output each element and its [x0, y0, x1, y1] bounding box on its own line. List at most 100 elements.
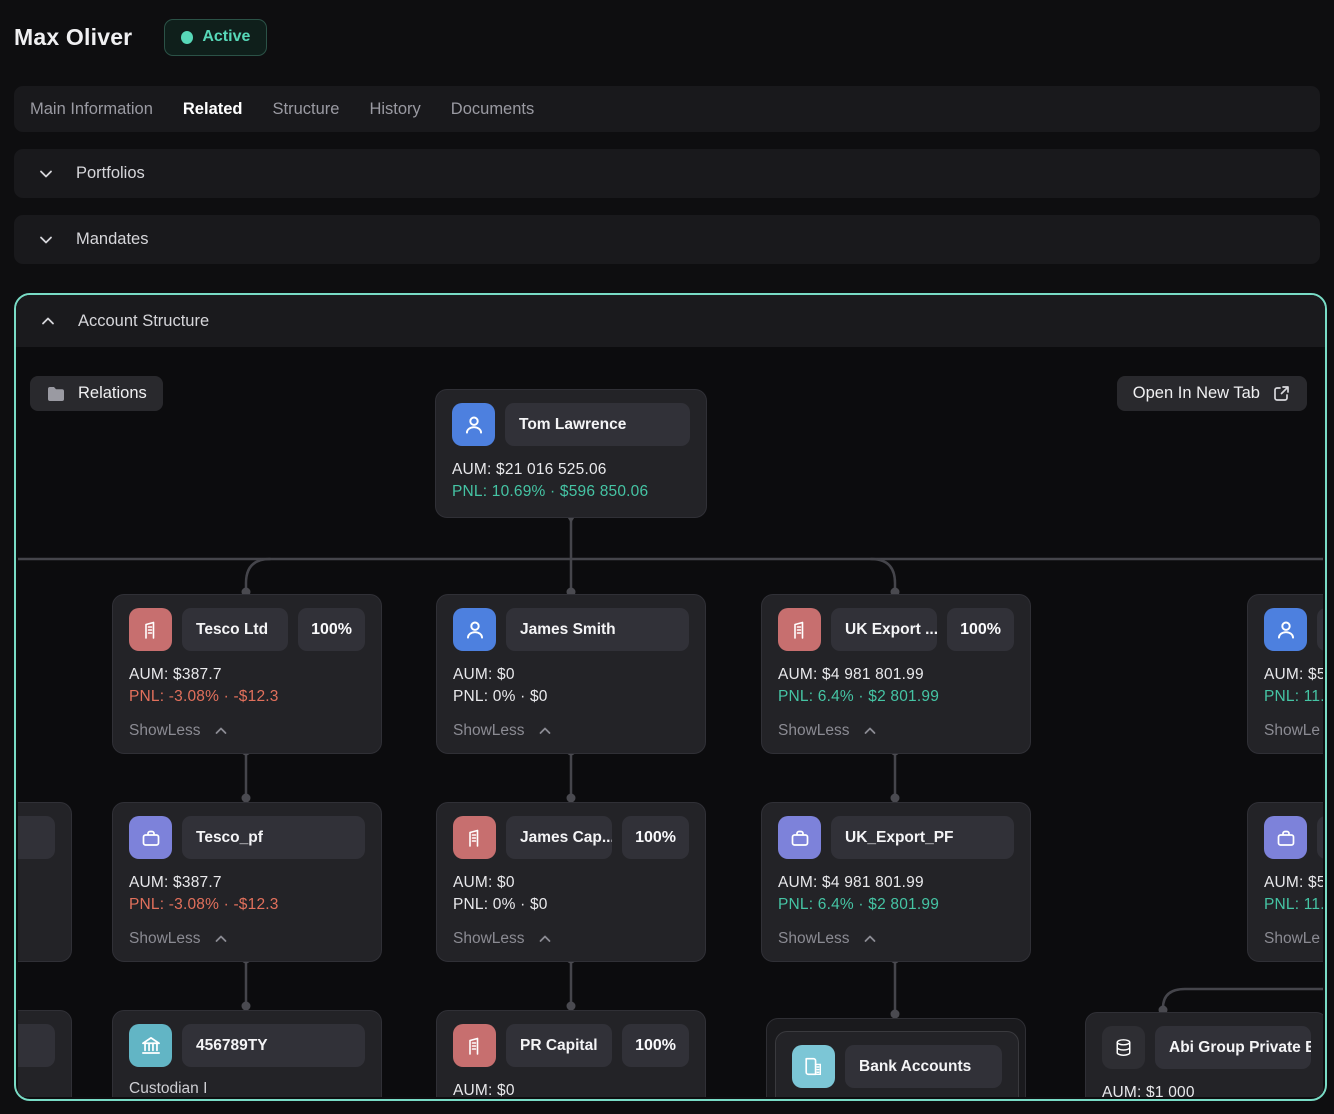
node-name [18, 1024, 55, 1067]
coins-icon [1102, 1026, 1145, 1069]
node-name: UK_Export_PF [831, 816, 1014, 859]
show-less-label: ShowLess [778, 930, 850, 948]
account-structure-panel: Account Structure [14, 293, 1327, 1101]
node-name: 456789TY [182, 1024, 365, 1067]
custodian-bank-icon [129, 1024, 172, 1067]
node-name: Tesco Ltd [182, 608, 288, 651]
tree-node-james-cap[interactable]: James Cap... 100% AUM: $0 PNL: 0% · $0 S… [436, 802, 706, 962]
node-aum: AUM: $21 016 525.06 [452, 459, 690, 481]
person-icon [453, 608, 496, 651]
section-account-structure[interactable]: Account Structure [16, 295, 1325, 347]
bank-accounts-icon [792, 1045, 835, 1088]
tree-node-partial-left[interactable] [18, 802, 72, 962]
node-name: Tesco_pf [182, 816, 365, 859]
tree-node-tesco-ltd[interactable]: Tesco Ltd 100% AUM: $387.7 PNL: -3.08% ·… [112, 594, 382, 754]
show-less-label: ShowLe [1264, 722, 1320, 740]
chevron-up-icon [213, 723, 229, 739]
show-less-label: ShowLess [453, 930, 525, 948]
chevron-up-icon [862, 931, 878, 947]
portfolio-icon [1264, 816, 1307, 859]
relations-label: Relations [78, 384, 147, 403]
node-name: PR Capital [506, 1024, 612, 1067]
chevron-down-icon [38, 166, 54, 182]
show-less-toggle[interactable]: ShowLess [778, 930, 1014, 948]
node-aum: AUM: $4 981 801.99 [778, 664, 1014, 686]
tree-node-tom-lawrence[interactable]: Tom Lawrence AUM: $21 016 525.06 PNL: 10… [435, 389, 707, 518]
chevron-up-icon [862, 723, 878, 739]
show-less-label: ShowLe [1264, 930, 1320, 948]
tree-node-456789ty[interactable]: 456789TY Custodian I [112, 1010, 382, 1097]
tree-node-pr-capital[interactable]: PR Capital 100% AUM: $0 [436, 1010, 706, 1097]
node-pnl: PNL: 11.2 [1264, 894, 1323, 916]
show-less-toggle[interactable]: ShowLess [453, 722, 689, 740]
node-name: James Cap... [506, 816, 612, 859]
relations-button[interactable]: Relations [30, 376, 163, 411]
page-title: Max Oliver [14, 24, 132, 51]
chevron-up-icon [213, 931, 229, 947]
node-pnl: PNL: 10.69% · $596 850.06 [452, 481, 690, 503]
show-less-label: ShowLess [129, 722, 201, 740]
node-name: P [1317, 816, 1323, 859]
node-aum: AUM: $5 [1264, 872, 1323, 894]
tree-node-abi-group[interactable]: Abi Group Private Eq.. AUM: $1 000 [1085, 1012, 1323, 1097]
tree-node-partial-right[interactable]: M AUM: $5 PNL: 11.2 ShowLe [1247, 594, 1323, 754]
tree-node-uk-export-pf[interactable]: UK_Export_PF AUM: $4 981 801.99 PNL: 6.4… [761, 802, 1031, 962]
show-less-toggle[interactable]: ShowLess [129, 930, 365, 948]
tab-documents[interactable]: Documents [451, 100, 534, 119]
show-less-label: ShowLess [453, 722, 525, 740]
status-dot-icon [181, 31, 193, 44]
company-icon [778, 608, 821, 651]
external-link-icon [1272, 384, 1291, 403]
tree-node-bank-accounts[interactable]: Bank Accounts ShowLess [775, 1031, 1019, 1097]
node-name: Abi Group Private Eq.. [1155, 1026, 1311, 1069]
node-name: M [1317, 608, 1323, 651]
tab-related[interactable]: Related [183, 100, 243, 119]
section-mandates[interactable]: Mandates [14, 215, 1320, 264]
node-aum: AUM: $0 [453, 1080, 689, 1097]
chevron-down-icon [38, 232, 54, 248]
node-aum: AUM: $387.7 [129, 664, 365, 686]
open-in-new-tab-button[interactable]: Open In New Tab [1117, 376, 1307, 411]
tree-node-james-smith[interactable]: James Smith AUM: $0 PNL: 0% · $0 ShowLes… [436, 594, 706, 754]
node-aum: AUM: $4 981 801.99 [778, 872, 1014, 894]
node-pnl: PNL: 11.2 [1264, 686, 1323, 708]
tab-main-information[interactable]: Main Information [30, 100, 153, 119]
person-icon [1264, 608, 1307, 651]
node-name: UK Export ... [831, 608, 937, 651]
show-less-label: ShowLess [129, 930, 201, 948]
tree-node-partial-left[interactable] [18, 1010, 72, 1097]
tree-node-tesco-pf[interactable]: Tesco_pf AUM: $387.7 PNL: -3.08% · -$12.… [112, 802, 382, 962]
section-portfolios[interactable]: Portfolios [14, 149, 1320, 198]
node-pnl: PNL: 6.4% · $2 801.99 [778, 894, 1014, 916]
show-less-toggle[interactable]: ShowLe [1264, 930, 1323, 948]
status-badge: Active [164, 19, 267, 56]
tab-structure[interactable]: Structure [273, 100, 340, 119]
node-aum: AUM: $0 [453, 664, 689, 686]
node-aum: AUM: $1 000 [1102, 1082, 1311, 1097]
node-aum: AUM: $387.7 [129, 872, 365, 894]
show-less-toggle[interactable]: ShowLess [778, 722, 1014, 740]
node-aum: AUM: $0 [453, 872, 689, 894]
folder-icon [46, 384, 66, 404]
portfolio-icon [778, 816, 821, 859]
tab-history[interactable]: History [369, 100, 420, 119]
node-share-badge: 100% [622, 1024, 689, 1067]
node-pnl: PNL: 0% · $0 [453, 686, 689, 708]
node-subtitle: Custodian I [129, 1080, 365, 1097]
tree-node-uk-export[interactable]: UK Export ... 100% AUM: $4 981 801.99 PN… [761, 594, 1031, 754]
show-less-toggle[interactable]: ShowLess [453, 930, 689, 948]
show-less-toggle[interactable]: ShowLe [1264, 722, 1323, 740]
portfolio-icon [129, 816, 172, 859]
company-icon [453, 816, 496, 859]
open-in-new-tab-label: Open In New Tab [1133, 384, 1260, 403]
status-label: Active [202, 28, 250, 46]
tree-node-partial-right[interactable]: P AUM: $5 PNL: 11.2 ShowLe [1247, 802, 1323, 962]
company-icon [129, 608, 172, 651]
node-name: Bank Accounts [845, 1045, 1002, 1088]
section-portfolios-label: Portfolios [76, 164, 145, 183]
show-less-toggle[interactable]: ShowLess [129, 722, 365, 740]
tab-bar: Main Information Related Structure Histo… [14, 86, 1320, 132]
tree-group-bank-accounts: Bank Accounts ShowLess [766, 1018, 1026, 1097]
chevron-up-icon [537, 931, 553, 947]
section-mandates-label: Mandates [76, 230, 148, 249]
